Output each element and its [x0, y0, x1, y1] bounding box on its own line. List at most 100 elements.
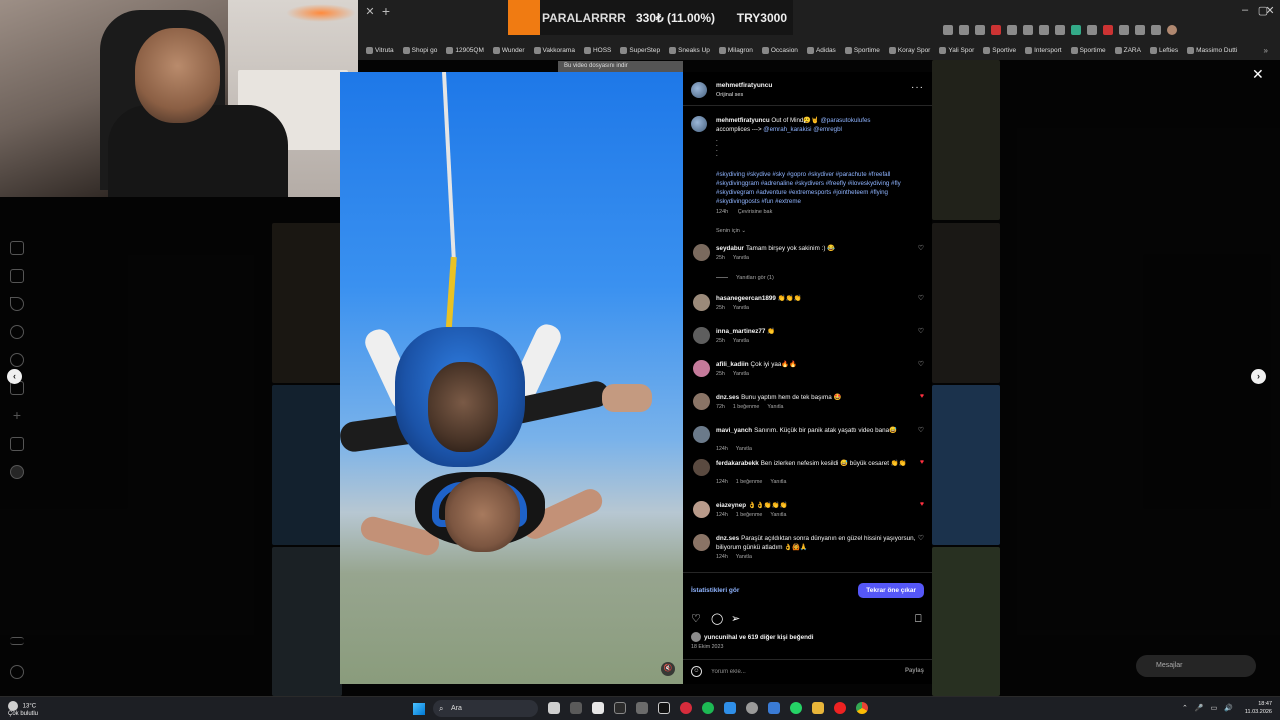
- commenter-username[interactable]: ferdakarabekk: [716, 460, 759, 467]
- comment-like-heart-icon[interactable]: ♡: [918, 360, 924, 368]
- extension-icon[interactable]: [1087, 25, 1097, 35]
- comment-like-heart-icon[interactable]: ♥: [920, 393, 924, 400]
- bookmark-item[interactable]: ZARA: [1114, 46, 1141, 54]
- bookmark-item[interactable]: Milagron: [718, 46, 753, 54]
- opera-icon[interactable]: [834, 702, 846, 714]
- view-insights-link[interactable]: İstatistikleri gör: [691, 587, 739, 594]
- save-bookmark-icon[interactable]: ⎕: [915, 612, 922, 626]
- bookmark-item[interactable]: Sportime: [844, 46, 880, 54]
- next-post-arrow-icon[interactable]: ›: [1251, 369, 1266, 384]
- bookmark-item[interactable]: Wunder: [492, 46, 525, 54]
- extension-icon[interactable]: [1103, 25, 1113, 35]
- emoji-icon[interactable]: ☺: [691, 666, 702, 677]
- view-replies-link[interactable]: Yanıtları gör (1): [716, 275, 774, 281]
- reply-link[interactable]: Yanıtla: [733, 371, 749, 377]
- commenter-username[interactable]: dnz.ses: [716, 394, 739, 401]
- taskbar-search[interactable]: ⌕ Ara: [433, 700, 538, 717]
- comment-like-heart-icon[interactable]: ♥: [920, 501, 924, 508]
- bookmark-item[interactable]: Sportive: [983, 46, 1016, 54]
- extension-icon[interactable]: [943, 25, 953, 35]
- commenter-avatar[interactable]: [693, 244, 710, 261]
- bookmark-item[interactable]: Sneaks Up: [669, 46, 710, 54]
- bookmark-item[interactable]: Yali Spor: [939, 46, 974, 54]
- commenter-username[interactable]: inna_martinez77: [716, 328, 765, 335]
- app-icon[interactable]: [592, 702, 604, 714]
- bookmark-item[interactable]: SuperStep: [620, 46, 660, 54]
- comment-icon[interactable]: ◯: [711, 612, 723, 626]
- extension-icon[interactable]: [1055, 25, 1065, 35]
- volume-icon[interactable]: 🔊: [1224, 704, 1233, 712]
- commenter-username[interactable]: eiazeynep: [716, 502, 746, 509]
- bookmark-item[interactable]: Massimo Dutti: [1187, 46, 1237, 54]
- bookmark-item[interactable]: Lefties: [1149, 46, 1178, 54]
- translate-link[interactable]: Çevirisine bak: [738, 209, 773, 215]
- comment-input[interactable]: [711, 666, 871, 678]
- windows-start-icon[interactable]: [413, 703, 425, 715]
- extension-icon[interactable]: [1023, 25, 1033, 35]
- caption-mention[interactable]: @parasutokulufes: [821, 117, 871, 124]
- minimize-icon[interactable]: –: [1236, 4, 1254, 16]
- app-icon[interactable]: [658, 702, 670, 714]
- commenter-avatar[interactable]: [693, 426, 710, 443]
- bookmarks-more-icon[interactable]: »: [1264, 46, 1268, 55]
- commenter-avatar[interactable]: [693, 534, 710, 551]
- commenter-username[interactable]: mavi_yanch: [716, 427, 752, 434]
- likes-text[interactable]: yuncunihal ve 619 diğer kişi beğendi: [704, 634, 814, 641]
- bookmark-item[interactable]: 12905QM: [446, 46, 484, 54]
- close-window-icon[interactable]: ✕: [1262, 4, 1278, 17]
- comment-like-count[interactable]: 1 beğenme: [736, 512, 763, 518]
- comment-like-heart-icon[interactable]: ♥: [920, 459, 924, 466]
- commenter-username[interactable]: dnz.ses: [716, 535, 739, 542]
- extension-icon[interactable]: [1119, 25, 1129, 35]
- caption-username[interactable]: mehmetfiratyuncu: [716, 117, 770, 124]
- commenter-username[interactable]: hasanegeercan1899: [716, 295, 776, 302]
- network-icon[interactable]: ▭: [1211, 704, 1218, 712]
- comment-sort-dropdown[interactable]: Senin için ⌄: [716, 228, 746, 234]
- commenter-avatar[interactable]: [693, 501, 710, 518]
- more-options-icon[interactable]: ···: [911, 82, 924, 93]
- caption-mention[interactable]: @emrah_karakisi: [763, 126, 811, 133]
- extension-icon[interactable]: [975, 25, 985, 35]
- app-icon[interactable]: [768, 702, 780, 714]
- bookmark-item[interactable]: HOSS: [583, 46, 611, 54]
- comment-like-heart-icon[interactable]: ♡: [918, 327, 924, 335]
- share-plane-icon[interactable]: ➢: [731, 612, 740, 626]
- extension-icon[interactable]: [959, 25, 969, 35]
- post-video[interactable]: 🔇: [340, 72, 683, 684]
- whatsapp-icon[interactable]: [790, 702, 802, 714]
- reply-link[interactable]: Yanıtla: [733, 255, 749, 261]
- bookmark-item[interactable]: Intersport: [1025, 46, 1062, 54]
- app-icon[interactable]: [724, 702, 736, 714]
- reply-link[interactable]: Yanıtla: [767, 404, 783, 410]
- commenter-avatar[interactable]: [693, 393, 710, 410]
- extension-icon[interactable]: [1071, 25, 1081, 35]
- extension-icon[interactable]: [1151, 25, 1161, 35]
- comment-like-count[interactable]: 1 beğenme: [736, 479, 763, 485]
- previous-post-arrow-icon[interactable]: ‹: [7, 369, 22, 384]
- bookmark-item[interactable]: Shopi go: [402, 46, 437, 54]
- messages-button[interactable]: Mesajlar: [1136, 655, 1256, 677]
- video-download-banner[interactable]: Bu video dosyasını indir: [558, 61, 683, 72]
- comment-like-heart-icon[interactable]: ♡: [918, 426, 924, 434]
- app-icon[interactable]: [680, 702, 692, 714]
- extension-icon[interactable]: [1135, 25, 1145, 35]
- weather-widget[interactable]: 13°C Çok bulutlu: [8, 701, 38, 718]
- profile-avatar-icon[interactable]: [1167, 25, 1177, 35]
- steam-icon[interactable]: [746, 702, 758, 714]
- bookmark-item[interactable]: Sportime: [1070, 46, 1106, 54]
- bookmark-item[interactable]: Adidas: [806, 46, 836, 54]
- extension-icon[interactable]: [1007, 25, 1017, 35]
- comment-like-count[interactable]: 1 beğenme: [733, 404, 760, 410]
- likes-summary[interactable]: yuncunihal ve 619 diğer kişi beğendi: [691, 632, 814, 642]
- bookmark-item[interactable]: Occasion: [761, 46, 798, 54]
- reply-link[interactable]: Yanıtla: [733, 305, 749, 311]
- spotify-icon[interactable]: [702, 702, 714, 714]
- reply-link[interactable]: Yanıtla: [733, 338, 749, 344]
- caption-mention[interactable]: @emregbl: [813, 126, 842, 133]
- extension-icon[interactable]: [991, 25, 1001, 35]
- taskbar-clock[interactable]: 18:47 11.03.2026: [1238, 700, 1272, 716]
- mute-icon[interactable]: 🔇: [661, 662, 675, 676]
- boost-post-button[interactable]: Tekrar öne çıkar: [858, 583, 924, 598]
- author-username[interactable]: mehmetfiratyuncu: [716, 82, 772, 89]
- reply-link[interactable]: Yanıtla: [736, 554, 752, 560]
